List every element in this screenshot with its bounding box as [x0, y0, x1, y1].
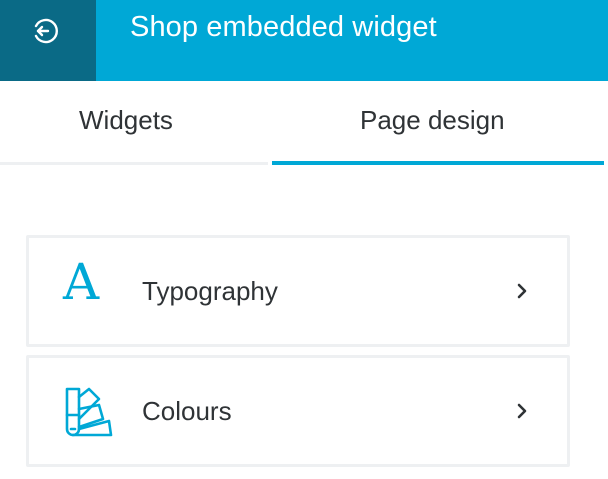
tab-page-design-active-indicator	[272, 161, 604, 165]
tab-page-design[interactable]: Page design	[272, 81, 604, 165]
tab-widgets-label: Widgets	[79, 105, 173, 135]
tab-widgets-underline	[0, 162, 268, 165]
page-title: Shop embedded widget	[130, 11, 437, 43]
tab-bar: Widgets Page design	[0, 81, 608, 165]
colour-swatch-icon	[65, 387, 113, 437]
typography-label: Typography	[142, 276, 278, 306]
app-header: Shop embedded widget	[0, 0, 608, 81]
colours-label: Colours	[142, 396, 232, 426]
back-button[interactable]	[0, 0, 96, 81]
tab-widgets[interactable]: Widgets	[0, 81, 268, 165]
chevron-right-icon	[517, 283, 527, 299]
tab-page-design-label: Page design	[360, 105, 505, 135]
chevron-right-icon	[517, 403, 527, 419]
colours-card[interactable]: Colours	[26, 355, 570, 467]
typography-card[interactable]: A Typography	[26, 235, 570, 347]
back-arrow-icon	[34, 18, 58, 44]
typography-glyph: A	[63, 253, 100, 311]
typography-icon: A	[63, 257, 115, 317]
